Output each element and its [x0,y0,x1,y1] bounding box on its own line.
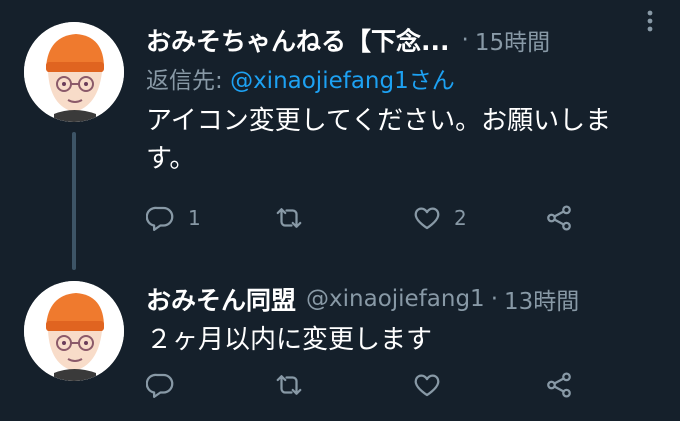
reply-context: 返信先: @xinaojiefang1さん [146,62,660,100]
like-count: 2 [454,206,467,230]
share-button[interactable] [544,365,574,405]
reply-icon [146,206,174,231]
like-icon [414,207,440,230]
reply-icon [146,373,174,398]
separator-dot: · [461,27,469,53]
display-name[interactable]: おみそちゃんねる【下念... [146,22,450,58]
avatar[interactable] [24,22,124,122]
timeline: おみそちゃんねる【下念... · 15時間 返信先: @xinaojiefang… [0,0,680,421]
more-icon[interactable] [638,6,662,36]
tweet-text: ２ヶ月以内に変更します [146,325,433,355]
avatar-illustration [24,22,124,122]
reply-button[interactable]: 1 [146,198,201,238]
timestamp[interactable]: 13時間 [504,282,579,316]
tweet-header: おみそん同盟 @xinaojiefang1 · 13時間 [146,279,660,319]
reply-prefix: 返信先: [146,68,231,94]
share-button[interactable] [544,198,574,238]
tweet-header: おみそちゃんねる【下念... · 15時間 [146,20,660,60]
avatar-illustration [24,281,124,381]
retweet-icon [276,375,302,395]
separator-dot: · [490,286,499,312]
retweet-button[interactable] [274,365,316,405]
timestamp[interactable]: 15時間 [475,23,550,57]
like-icon [414,374,440,397]
tweet-content: おみそちゃんねる【下念... · 15時間 返信先: @xinaojiefang… [146,20,660,178]
reply-mention-link[interactable]: @xinaojiefang1さん [230,68,455,94]
tweet[interactable]: おみそちゃんねる【下念... · 15時間 返信先: @xinaojiefang… [0,0,680,260]
reply-button[interactable] [146,365,188,405]
user-handle[interactable]: @xinaojiefang1 [306,286,485,312]
like-button[interactable] [412,365,454,405]
share-icon [547,205,571,231]
tweet-actions: 1 2 [146,198,626,238]
tweet[interactable]: おみそん同盟 @xinaojiefang1 · 13時間 ２ヶ月以内に変更します [0,265,680,421]
retweet-icon [276,208,302,228]
display-name[interactable]: おみそん同盟 [146,281,296,317]
tweet-text: アイコン変更してください。お願いします。 [146,106,612,174]
reply-count: 1 [188,206,201,230]
retweet-button[interactable] [274,198,316,238]
avatar[interactable] [24,281,124,381]
tweet-content: おみそん同盟 @xinaojiefang1 · 13時間 ２ヶ月以内に変更します [146,279,660,359]
share-icon [547,372,571,398]
like-button[interactable]: 2 [412,198,467,238]
tweet-actions [146,365,626,405]
